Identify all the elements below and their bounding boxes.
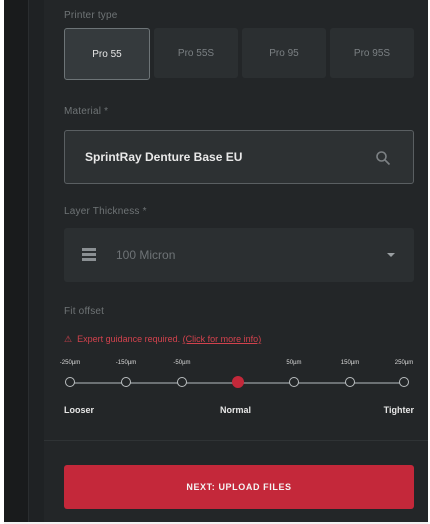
- chevron-down-icon: [387, 253, 395, 257]
- printer-type-label: Printer type: [64, 10, 118, 21]
- layers-icon: [82, 248, 96, 261]
- tab-pro-55s[interactable]: Pro 55S: [154, 28, 238, 78]
- app-frame: Printer type Pro 55 Pro 55S Pro 95 Pro 9…: [4, 0, 428, 524]
- normal-label: Normal: [220, 405, 252, 415]
- slider-stop[interactable]: [65, 377, 75, 387]
- tick-label: -150µm: [115, 360, 137, 366]
- slider-stop[interactable]: [289, 377, 299, 387]
- tick-label: 250µm: [394, 360, 414, 366]
- more-info-link[interactable]: (Click for more info): [183, 334, 262, 344]
- fit-offset-slider[interactable]: -250µm -150µm -50µm 50µm 150µm 250µm Loo…: [60, 356, 414, 426]
- next-upload-files-button[interactable]: NEXT: UPLOAD FILES: [64, 465, 414, 509]
- layer-thickness-label: Layer Thickness *: [64, 206, 147, 217]
- tighter-label: Tighter: [383, 405, 414, 415]
- tab-pro-95s[interactable]: Pro 95S: [330, 28, 414, 78]
- tab-pro-95[interactable]: Pro 95: [242, 28, 326, 78]
- slider-stop[interactable]: [177, 377, 187, 387]
- slider-stop[interactable]: [345, 377, 355, 387]
- side-rail: [4, 0, 29, 522]
- layer-thickness-select[interactable]: 100 Micron: [64, 228, 414, 282]
- material-label: Material *: [64, 106, 109, 117]
- tick-label: -250µm: [59, 360, 81, 366]
- search-icon[interactable]: [375, 150, 391, 166]
- slider-stop[interactable]: [121, 377, 131, 387]
- looser-label: Looser: [64, 405, 95, 415]
- material-input[interactable]: SprintRay Denture Base EU: [64, 130, 414, 184]
- tick-label: -50µm: [173, 360, 191, 366]
- fit-offset-label: Fit offset: [64, 306, 105, 317]
- slider-thumb[interactable]: [232, 376, 244, 388]
- layer-thickness-value: 100 Micron: [116, 248, 176, 262]
- expert-warning: ⚠ Expert guidance required. (Click for mo…: [64, 334, 261, 345]
- divider: [44, 440, 428, 441]
- material-value: SprintRay Denture Base EU: [85, 150, 243, 164]
- tick-label: 150µm: [340, 360, 360, 366]
- slider-stop[interactable]: [399, 377, 409, 387]
- tick-label: 50µm: [286, 360, 302, 366]
- warning-icon: ⚠: [64, 334, 73, 344]
- warning-text: Expert guidance required.: [77, 334, 181, 344]
- tab-pro-55[interactable]: Pro 55: [64, 28, 150, 80]
- printer-type-tabs: Pro 55 Pro 55S Pro 95 Pro 95S: [64, 28, 414, 80]
